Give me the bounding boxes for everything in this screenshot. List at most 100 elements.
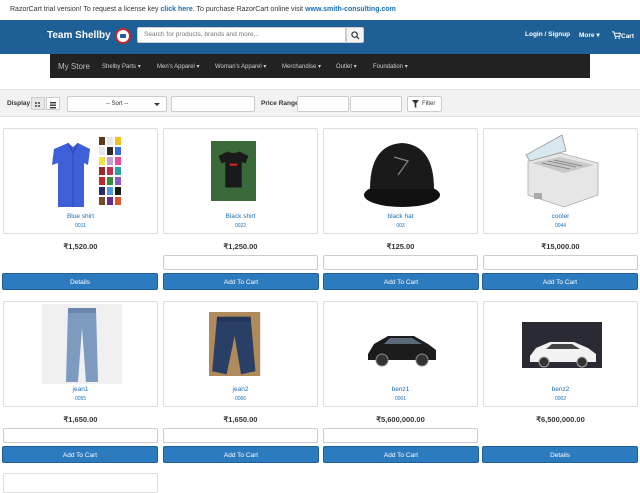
details-button[interactable]: Details: [2, 273, 158, 290]
product-code: 0055: [74, 396, 87, 402]
cart-link[interactable]: Cart: [612, 31, 634, 40]
list-view-button[interactable]: [46, 97, 60, 110]
price-range-label: Price Range: [261, 100, 299, 107]
nav-label: Woman's Apparel: [215, 64, 262, 70]
product-name[interactable]: benz1: [324, 386, 477, 393]
nav-outlet[interactable]: Outlet ▾: [336, 63, 357, 70]
nav-foundation[interactable]: Foundation ▾: [373, 63, 408, 70]
shelby-logo-icon[interactable]: [115, 28, 131, 44]
nav-label: Outlet: [336, 64, 353, 70]
search-button[interactable]: [346, 27, 364, 43]
product-card[interactable]: benz1 0001: [323, 301, 478, 407]
caret-down-icon: ▾: [596, 32, 600, 39]
site-header: Team Shellby Search for products, brands…: [0, 20, 640, 54]
product-card[interactable]: Blue shirt 0011: [3, 128, 158, 234]
search-icon: [351, 31, 360, 40]
add-to-cart-button[interactable]: Add To Cart: [163, 273, 319, 290]
product-code: 003: [396, 223, 405, 229]
product-price: ₹15,000.00: [541, 242, 580, 251]
grid-icon: [35, 102, 40, 107]
trial-banner-middle: . To purchase RazorCart online visit: [192, 6, 306, 13]
quantity-input[interactable]: [163, 255, 318, 270]
price-min-input[interactable]: [297, 96, 349, 112]
trial-banner-text: RazorCart trial version! To request a li…: [10, 6, 161, 13]
quantity-input[interactable]: [323, 255, 478, 270]
add-to-cart-button[interactable]: Add To Cart: [482, 273, 638, 290]
more-menu[interactable]: More ▾: [579, 31, 600, 39]
nav-shelby-parts[interactable]: Shelby Parts ▾: [102, 63, 141, 70]
filter-icon: [412, 100, 419, 108]
add-to-cart-button[interactable]: Add To Cart: [163, 446, 319, 463]
nav-label: Men's Apparel: [157, 64, 195, 70]
benz2-image[interactable]: [522, 304, 602, 384]
quantity-input[interactable]: [163, 428, 318, 443]
nav-mens-apparel[interactable]: Men's Apparel ▾: [157, 63, 200, 70]
list-icon: [50, 102, 56, 109]
filter-button-label: Filter: [422, 101, 436, 107]
grid-view-button[interactable]: [31, 97, 45, 110]
cooler-image[interactable]: [522, 131, 602, 211]
more-label: More: [579, 32, 595, 39]
product-code: 0002: [554, 396, 567, 402]
license-link[interactable]: click here: [160, 6, 192, 13]
sort-select[interactable]: -- Sort --: [67, 96, 167, 112]
quantity-input[interactable]: [323, 428, 478, 443]
product-code: 0066: [234, 396, 247, 402]
product-name[interactable]: cooler: [484, 213, 637, 220]
product-price: ₹6,500,000.00: [536, 415, 585, 424]
product-card[interactable]: black hat 003: [323, 128, 478, 234]
product-code: 0001: [394, 396, 407, 402]
product-card[interactable]: benz2 0002: [483, 301, 638, 407]
benz1-image[interactable]: [362, 304, 442, 384]
cart-icon: [612, 31, 622, 39]
add-to-cart-button[interactable]: Add To Cart: [323, 446, 479, 463]
my-store-link[interactable]: My Store: [58, 62, 90, 71]
product-card[interactable]: cooler 0044: [483, 128, 638, 234]
nav-womans-apparel[interactable]: Woman's Apparel ▾: [215, 63, 266, 70]
brand-name[interactable]: Team Shellby: [47, 30, 111, 41]
blue-shirt-image[interactable]: [42, 131, 122, 211]
website-link[interactable]: www.smith-consulting.com: [305, 6, 396, 13]
product-code: 0011: [75, 223, 86, 229]
black-shirt-image[interactable]: [211, 131, 271, 211]
nav-merchandise[interactable]: Merchandise ▾: [282, 63, 321, 70]
product-card[interactable]: [3, 473, 158, 493]
jean1-image[interactable]: [42, 304, 122, 384]
login-signup-link[interactable]: Login / Signup: [525, 31, 570, 38]
add-to-cart-button[interactable]: Add To Cart: [2, 446, 158, 463]
product-code: 0022: [234, 223, 247, 229]
black-hat-image[interactable]: [362, 131, 442, 211]
product-name[interactable]: Blue shirt: [4, 213, 157, 220]
quantity-input[interactable]: [3, 428, 158, 443]
product-card[interactable]: jean2 0066: [163, 301, 318, 407]
jean2-image[interactable]: [209, 304, 273, 384]
product-price: ₹1,250.00: [223, 242, 258, 251]
quantity-input[interactable]: [483, 255, 638, 270]
cart-label: Cart: [621, 33, 635, 40]
filter-bar: Display -- Sort -- Price Range Filter: [0, 89, 640, 117]
product-price: ₹1,650.00: [63, 415, 98, 424]
product-name[interactable]: Black shirt: [164, 213, 317, 220]
product-price: ₹1,650.00: [223, 415, 258, 424]
nav-label: Foundation: [373, 64, 404, 70]
product-price: ₹5,600,000.00: [376, 415, 425, 424]
price-max-input[interactable]: [350, 96, 402, 112]
nav-label: Merchandise: [282, 64, 317, 70]
product-name[interactable]: black hat: [324, 213, 477, 220]
filter-button[interactable]: Filter: [407, 96, 442, 112]
trial-banner: RazorCart trial version! To request a li…: [0, 0, 640, 20]
product-card[interactable]: Black shirt 0022: [163, 128, 318, 234]
keyword-filter-input[interactable]: [171, 96, 255, 112]
product-name[interactable]: jean1: [4, 386, 157, 393]
category-nav: My Store Shelby Parts ▾ Men's Apparel ▾ …: [50, 54, 590, 78]
search-input[interactable]: Search for products, brands and more...: [137, 27, 346, 43]
details-button[interactable]: Details: [482, 446, 638, 463]
product-name[interactable]: benz2: [484, 386, 637, 393]
product-code: 0044: [554, 223, 567, 229]
product-card[interactable]: jean1 0055: [3, 301, 158, 407]
product-price: ₹1,520.00: [63, 242, 98, 251]
add-to-cart-button[interactable]: Add To Cart: [323, 273, 479, 290]
product-name[interactable]: jean2: [164, 386, 317, 393]
product-price: ₹125.00: [386, 242, 415, 251]
display-label: Display: [7, 100, 31, 107]
